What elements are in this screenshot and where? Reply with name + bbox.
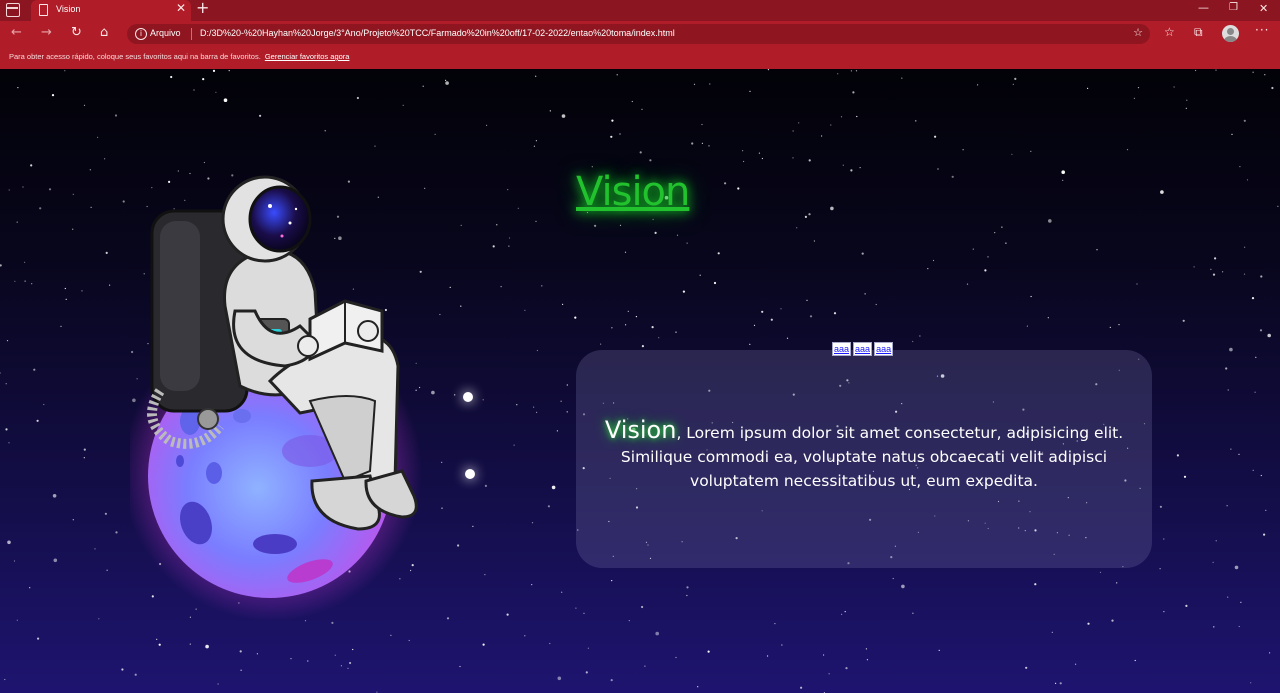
more-icon[interactable]: ··· xyxy=(1255,23,1269,37)
tab-title: Vision xyxy=(56,4,81,14)
info-icon[interactable]: i xyxy=(135,28,147,40)
browser-toolbar: ← → ↻ ⌂ i Arquivo D:/3D%20-%20Hayhan%20J… xyxy=(0,21,1280,47)
back-icon[interactable]: ← xyxy=(11,25,22,40)
close-window-icon[interactable]: ✕ xyxy=(1259,2,1268,15)
refresh-icon[interactable]: ↻ xyxy=(71,25,82,40)
nav-link-1[interactable]: aaa xyxy=(832,342,852,356)
favorites-hint-text: Para obter acesso rápido, coloque seus f… xyxy=(9,52,261,61)
card-brand: Vision xyxy=(604,416,677,444)
minimize-icon[interactable]: — xyxy=(1198,1,1209,14)
favorites-hint: Para obter acesso rápido, coloque seus f… xyxy=(9,52,349,61)
browser-tab[interactable]: Vision ✕ xyxy=(31,0,191,21)
address-bar[interactable]: i Arquivo D:/3D%20-%20Hayhan%20Jorge/3°A… xyxy=(127,24,1150,44)
profile-icon[interactable] xyxy=(1222,25,1239,42)
page-title[interactable]: Vision xyxy=(576,169,690,215)
favorites-bar: Para obter acesso rápido, coloque seus f… xyxy=(0,47,1280,69)
tab-bar: Vision ✕ + — ❐ ✕ xyxy=(0,0,1280,21)
favorites-icon[interactable]: ☆ xyxy=(1164,25,1175,39)
manage-favorites-link[interactable]: Gerenciar favoritos agora xyxy=(265,52,350,61)
forward-icon[interactable]: → xyxy=(41,25,52,40)
page-content: Vision Vision, Lorem ipsum dolor sit ame… xyxy=(0,69,1280,693)
nav-link-2[interactable]: aaa xyxy=(853,342,873,356)
collections-icon[interactable]: ⧉ xyxy=(1194,25,1203,40)
url-text[interactable]: D:/3D%20-%20Hayhan%20Jorge/3°Ano/Projeto… xyxy=(200,28,675,38)
plus-icon[interactable]: + xyxy=(196,0,209,17)
restore-icon[interactable]: ❐ xyxy=(1229,2,1238,13)
divider xyxy=(191,28,192,40)
add-favorite-icon[interactable]: ☆ xyxy=(1133,26,1143,39)
about-card: Vision, Lorem ipsum dolor sit amet conse… xyxy=(576,350,1152,568)
tab-actions-icon[interactable] xyxy=(6,3,20,17)
nav-links: aaa aaa aaa xyxy=(832,342,894,356)
nav-link-3[interactable]: aaa xyxy=(874,342,894,356)
home-icon[interactable]: ⌂ xyxy=(100,25,108,40)
close-icon[interactable]: ✕ xyxy=(176,1,186,15)
astronaut-illustration xyxy=(130,175,422,621)
page-icon xyxy=(39,4,48,16)
about-text: Vision, Lorem ipsum dolor sit amet conse… xyxy=(584,418,1144,493)
address-label: Arquivo xyxy=(150,28,181,38)
card-body: , Lorem ipsum dolor sit amet consectetur… xyxy=(620,424,1124,490)
